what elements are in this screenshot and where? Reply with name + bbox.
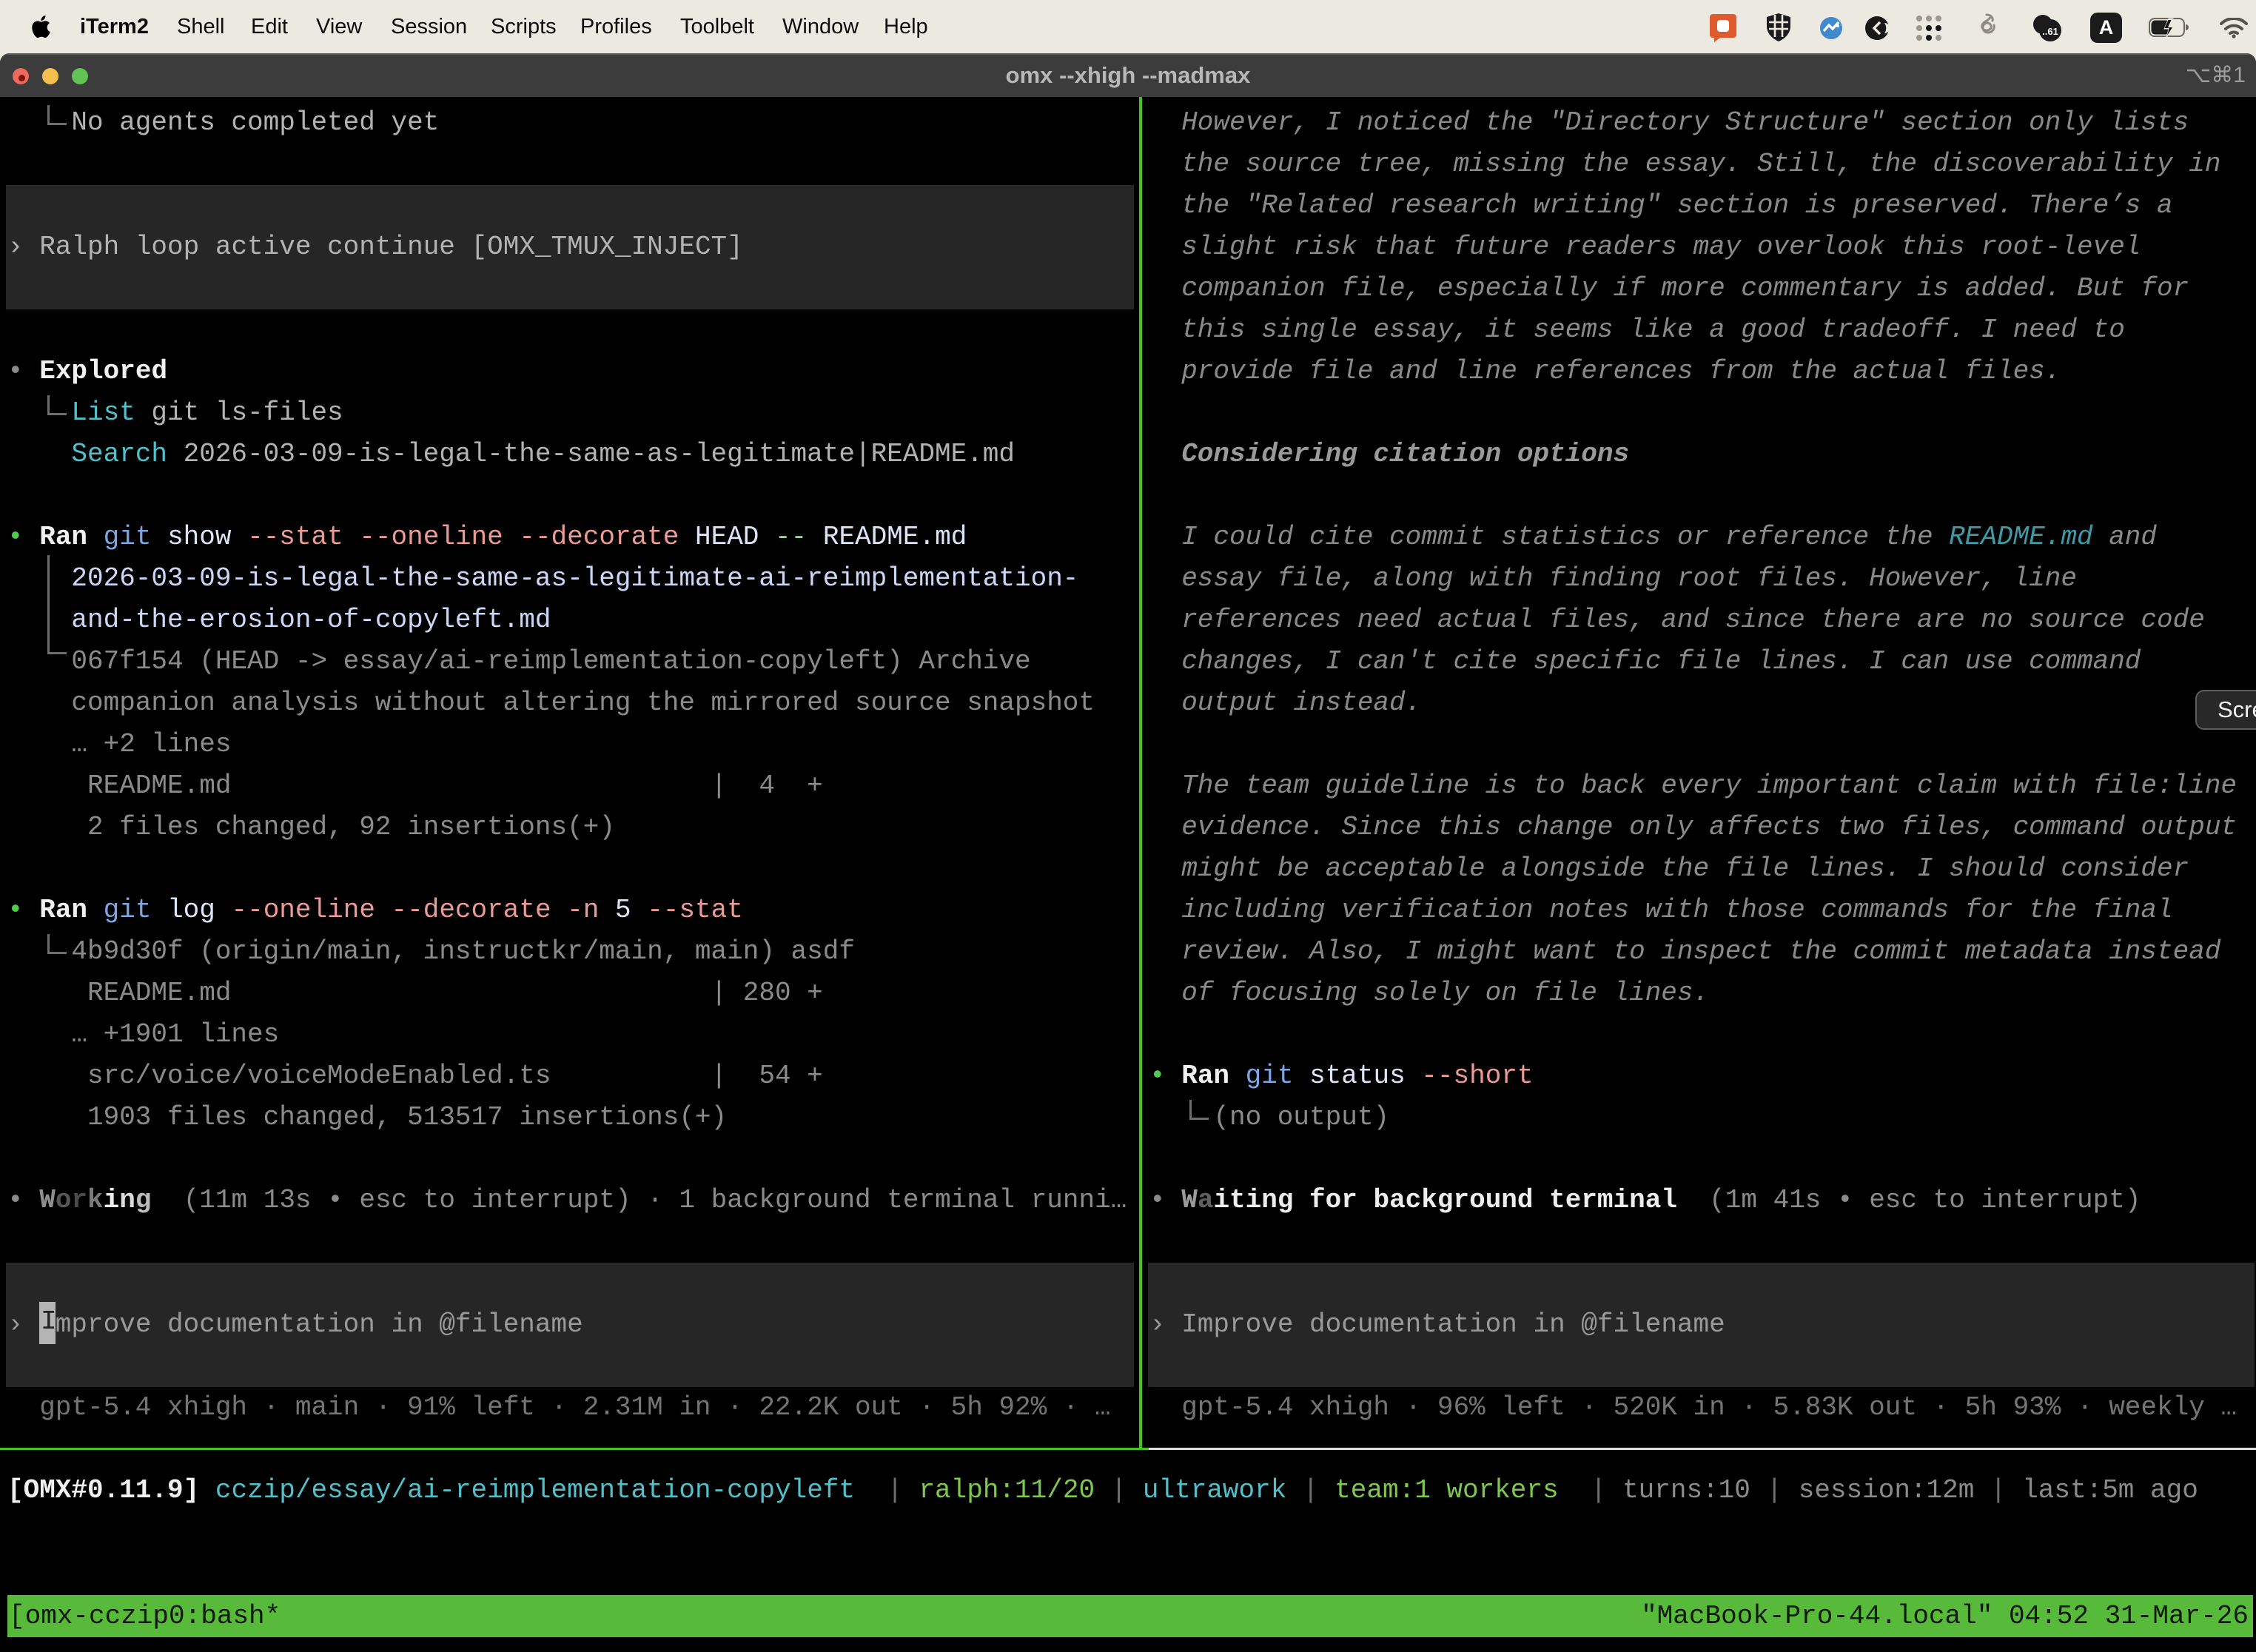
svg-text:..61: ..61 — [2042, 26, 2058, 37]
